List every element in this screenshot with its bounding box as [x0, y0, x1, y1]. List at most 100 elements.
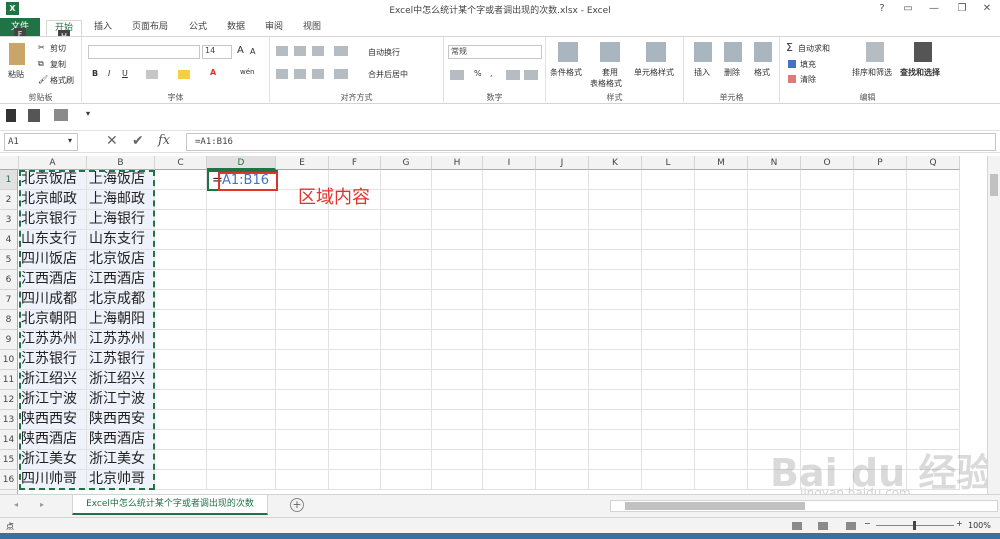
cell-h16[interactable]	[432, 470, 483, 490]
fill-icon[interactable]	[788, 60, 796, 68]
cell-a9[interactable]: 江苏苏州	[19, 330, 87, 350]
cell-c1[interactable]	[155, 170, 207, 190]
grow-font-button[interactable]: A	[237, 45, 244, 56]
cell-k10[interactable]	[589, 350, 642, 370]
currency-icon[interactable]	[450, 70, 464, 80]
cell-h2[interactable]	[432, 190, 483, 210]
cell-d6[interactable]	[207, 270, 276, 290]
cell-m9[interactable]	[695, 330, 748, 350]
cell-j1[interactable]	[536, 170, 589, 190]
cell-i15[interactable]	[483, 450, 536, 470]
cell-e5[interactable]	[276, 250, 329, 270]
column-header-n[interactable]: N	[748, 156, 801, 170]
cell-m13[interactable]	[695, 410, 748, 430]
row-header-10[interactable]: 10	[0, 350, 18, 370]
cell-c11[interactable]	[155, 370, 207, 390]
cell-i3[interactable]	[483, 210, 536, 230]
cell-a5[interactable]: 四川饭店	[19, 250, 87, 270]
cell-c5[interactable]	[155, 250, 207, 270]
cell-q6[interactable]	[907, 270, 960, 290]
tab-insert[interactable]: 插入	[88, 20, 118, 36]
cell-o1[interactable]	[801, 170, 854, 190]
cell-a2[interactable]: 北京邮政	[19, 190, 87, 210]
cell-q1[interactable]	[907, 170, 960, 190]
cell-l2[interactable]	[642, 190, 695, 210]
cell-h14[interactable]	[432, 430, 483, 450]
cell-i9[interactable]	[483, 330, 536, 350]
cell-l6[interactable]	[642, 270, 695, 290]
cell-styles-icon[interactable]	[646, 42, 666, 62]
cell-k12[interactable]	[589, 390, 642, 410]
cell-l7[interactable]	[642, 290, 695, 310]
cell-m7[interactable]	[695, 290, 748, 310]
cell-d3[interactable]	[207, 210, 276, 230]
cell-k4[interactable]	[589, 230, 642, 250]
cell-i7[interactable]	[483, 290, 536, 310]
cell-i2[interactable]	[483, 190, 536, 210]
cell-m5[interactable]	[695, 250, 748, 270]
cell-o4[interactable]	[801, 230, 854, 250]
cell-f11[interactable]	[329, 370, 381, 390]
cell-f4[interactable]	[329, 230, 381, 250]
normal-view-icon[interactable]	[792, 522, 802, 530]
select-all-corner[interactable]	[0, 156, 19, 170]
cell-p4[interactable]	[854, 230, 907, 250]
cell-j5[interactable]	[536, 250, 589, 270]
cell-q2[interactable]	[907, 190, 960, 210]
cell-d11[interactable]	[207, 370, 276, 390]
cell-o12[interactable]	[801, 390, 854, 410]
tab-page-layout[interactable]: 页面布局	[126, 20, 174, 36]
cell-j16[interactable]	[536, 470, 589, 490]
cell-p1[interactable]	[854, 170, 907, 190]
row-header-12[interactable]: 12	[0, 390, 18, 410]
fill-color-icon[interactable]	[178, 70, 190, 79]
conditional-format-icon[interactable]	[558, 42, 578, 62]
worksheet-grid[interactable]: ABCDEFGHIJKLMNOPQ 1 2 3 4 5 6 7 8 9 10 11 12 13 14 15 1…	[0, 156, 995, 494]
row-header-3[interactable]: 3	[0, 210, 18, 230]
cell-i14[interactable]	[483, 430, 536, 450]
cell-k5[interactable]	[589, 250, 642, 270]
cell-l12[interactable]	[642, 390, 695, 410]
cell-l3[interactable]	[642, 210, 695, 230]
cell-o7[interactable]	[801, 290, 854, 310]
minimize-button[interactable]: —	[923, 1, 945, 16]
cell-d12[interactable]	[207, 390, 276, 410]
horizontal-scrollbar[interactable]	[610, 500, 998, 512]
cell-l9[interactable]	[642, 330, 695, 350]
save-icon[interactable]	[6, 109, 16, 122]
shrink-font-button[interactable]: A	[250, 47, 255, 56]
cell-m12[interactable]	[695, 390, 748, 410]
cell-e9[interactable]	[276, 330, 329, 350]
row-header-5[interactable]: 5	[0, 250, 18, 270]
cell-b15[interactable]: 浙江美女	[87, 450, 155, 470]
cell-h8[interactable]	[432, 310, 483, 330]
cell-b14[interactable]: 陕西酒店	[87, 430, 155, 450]
cell-i12[interactable]	[483, 390, 536, 410]
cell-p10[interactable]	[854, 350, 907, 370]
cell-j11[interactable]	[536, 370, 589, 390]
align-right-icon[interactable]	[312, 69, 324, 79]
cell-o13[interactable]	[801, 410, 854, 430]
column-header-g[interactable]: G	[381, 156, 432, 170]
cell-n10[interactable]	[748, 350, 801, 370]
cell-q5[interactable]	[907, 250, 960, 270]
find-select-icon[interactable]	[914, 42, 932, 62]
cell-f12[interactable]	[329, 390, 381, 410]
cell-l14[interactable]	[642, 430, 695, 450]
number-format-select[interactable]: 常规	[448, 45, 542, 59]
cell-m1[interactable]	[695, 170, 748, 190]
cell-m4[interactable]	[695, 230, 748, 250]
prev-sheet-icon[interactable]: ◂	[14, 500, 18, 509]
cell-a3[interactable]: 北京银行	[19, 210, 87, 230]
undo-icon[interactable]	[28, 109, 40, 122]
cell-e8[interactable]	[276, 310, 329, 330]
top-align-icon[interactable]	[276, 46, 288, 56]
row-header-15[interactable]: 15	[0, 450, 18, 470]
cell-j7[interactable]	[536, 290, 589, 310]
page-layout-view-icon[interactable]	[818, 522, 828, 530]
cell-m2[interactable]	[695, 190, 748, 210]
cell-f3[interactable]	[329, 210, 381, 230]
percent-button[interactable]: %	[474, 69, 482, 78]
cell-b3[interactable]: 上海银行	[87, 210, 155, 230]
row-header-2[interactable]: 2	[0, 190, 18, 210]
